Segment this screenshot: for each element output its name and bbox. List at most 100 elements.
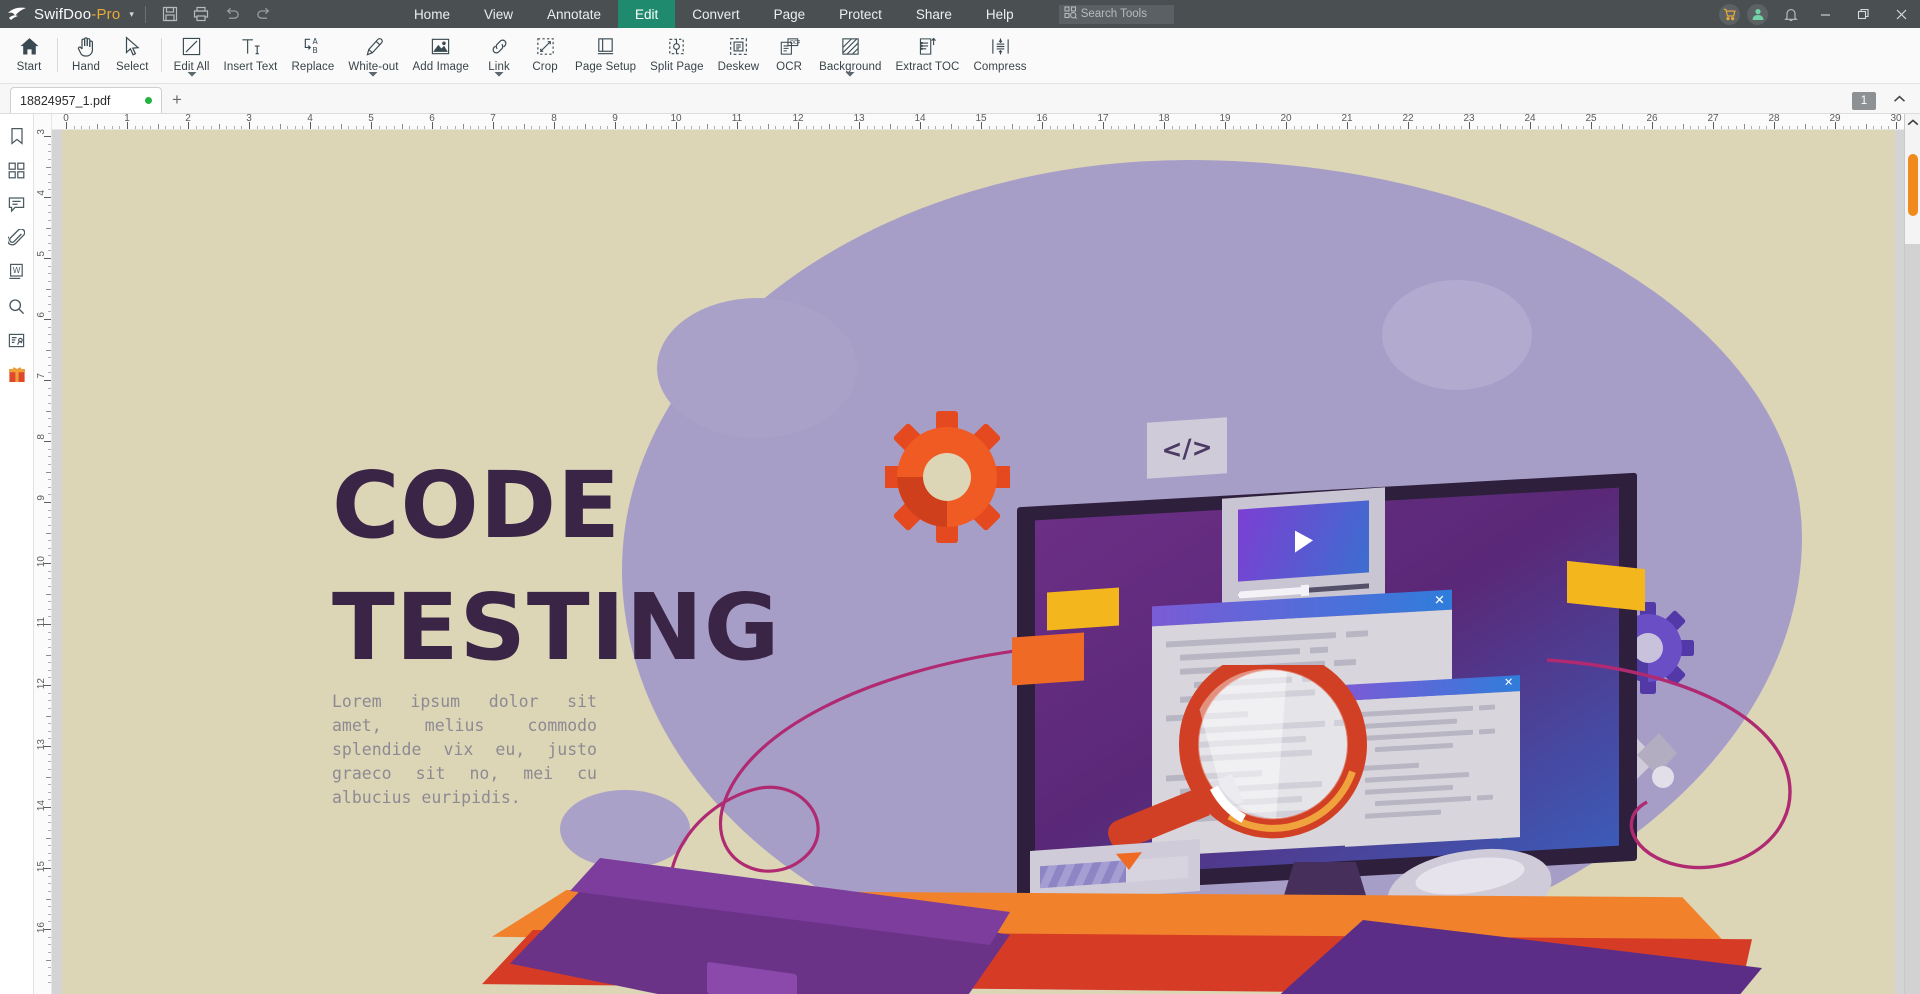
ruler-tick-minor: [1674, 126, 1676, 129]
tool-crop[interactable]: Crop: [522, 28, 568, 83]
ruler-tick-minor: [48, 829, 51, 831]
scrollbar-thumb[interactable]: [1908, 154, 1918, 216]
maximize-restore-button[interactable]: [1844, 0, 1882, 28]
ruler-tick: [44, 563, 51, 564]
ruler-tick-minor: [1026, 126, 1028, 129]
ruler-tick-minor: [599, 126, 601, 129]
tool-edit-all[interactable]: Edit All: [167, 28, 217, 83]
tool-insert-text[interactable]: Insert Text: [217, 28, 285, 83]
sidebar-item-signature[interactable]: [4, 328, 30, 352]
ruler-label: 1: [124, 114, 130, 124]
menu-page[interactable]: Page: [757, 0, 823, 28]
page-canvas-area[interactable]: CODE TESTING Lorem ipsum dolor sit amet,…: [52, 130, 1904, 994]
divider: [144, 5, 146, 23]
hand-icon: [76, 34, 96, 58]
notification-bell-icon[interactable]: [1775, 1, 1806, 27]
tool-ocr[interactable]: OCR OCR: [766, 28, 812, 83]
ruler-tick-minor: [653, 126, 655, 129]
ruler-tick-minor: [46, 898, 51, 900]
ruler-label: 16: [36, 922, 47, 934]
ruler-tick: [44, 624, 51, 625]
decor-flag-orange: [1012, 632, 1084, 686]
ruler-tick-minor: [462, 124, 464, 129]
ruler-tick-minor: [48, 608, 51, 610]
tool-deskew[interactable]: Deskew: [711, 28, 767, 83]
chevron-down-icon[interactable]: ▾: [129, 9, 134, 20]
decor-gear-orange: [881, 410, 1013, 550]
chevron-up-icon[interactable]: [1893, 90, 1906, 108]
minimize-button[interactable]: [1806, 0, 1844, 28]
ruler-tick-minor: [1148, 126, 1150, 129]
ruler-tick-minor: [744, 126, 746, 129]
sidebar-item-attachments[interactable]: [4, 226, 30, 250]
svg-text:W: W: [13, 266, 21, 275]
tool-split-page[interactable]: Split Page: [643, 28, 710, 83]
sidebar-item-gift[interactable]: [4, 362, 30, 386]
ruler-tick-minor: [1659, 126, 1661, 129]
link-icon: [489, 34, 510, 58]
undo-button[interactable]: [217, 1, 248, 27]
chevron-down-icon[interactable]: [187, 64, 197, 82]
ruler-tick-minor: [1758, 126, 1760, 129]
cart-icon[interactable]: [1719, 3, 1740, 25]
menu-view[interactable]: View: [467, 0, 530, 28]
new-tab-button[interactable]: +: [162, 87, 192, 113]
menu-share[interactable]: Share: [899, 0, 969, 28]
ruler-tick-minor: [48, 364, 51, 366]
sidebar-item-word-export[interactable]: W: [4, 260, 30, 284]
chevron-down-icon[interactable]: [494, 64, 504, 82]
vertical-scrollbar[interactable]: [1904, 114, 1920, 994]
tool-replace[interactable]: AB Replace: [284, 28, 341, 83]
ruler-tick-minor: [48, 151, 51, 153]
ruler-tick-minor: [843, 126, 845, 129]
ruler-tick-minor: [1156, 126, 1158, 129]
close-button[interactable]: [1882, 0, 1920, 28]
tool-link[interactable]: Link: [476, 28, 522, 83]
chevron-down-icon[interactable]: [368, 64, 378, 82]
ruler-tick-minor: [1827, 126, 1829, 129]
document-tab-filename: 18824957_1.pdf: [20, 93, 111, 108]
account-avatar-icon[interactable]: [1747, 3, 1768, 25]
ruler-tick-minor: [813, 126, 815, 129]
sidebar-item-bookmark[interactable]: [4, 124, 30, 148]
sidebar-item-search[interactable]: [4, 294, 30, 318]
redo-button[interactable]: [248, 1, 279, 27]
search-tools-input[interactable]: Search Tools: [1058, 4, 1174, 24]
ruler-tick-minor: [607, 126, 609, 129]
pdf-page-1[interactable]: CODE TESTING Lorem ipsum dolor sit amet,…: [62, 130, 1895, 994]
menu-home[interactable]: Home: [397, 0, 467, 28]
menu-convert[interactable]: Convert: [675, 0, 756, 28]
chevron-down-icon[interactable]: [845, 64, 855, 82]
menu-protect[interactable]: Protect: [822, 0, 899, 28]
print-button[interactable]: [186, 1, 217, 27]
tool-hand[interactable]: Hand: [63, 28, 109, 83]
sidebar-item-thumbnails[interactable]: [4, 158, 30, 182]
ruler-tick-minor: [1583, 126, 1585, 129]
ruler-tick-minor: [96, 124, 98, 129]
tool-compress[interactable]: Compress: [966, 28, 1033, 83]
ruler-tick-minor: [401, 124, 403, 129]
tool-background[interactable]: Background: [812, 28, 888, 83]
ruler-label: 19: [1219, 114, 1231, 124]
tool-add-image[interactable]: Add Image: [406, 28, 477, 83]
menu-edit[interactable]: Edit: [618, 0, 676, 28]
menu-annotate[interactable]: Annotate: [530, 0, 618, 28]
scroll-up-button[interactable]: [1905, 114, 1920, 131]
tool-page-setup[interactable]: Page Setup: [568, 28, 643, 83]
tool-select[interactable]: Select: [109, 28, 156, 83]
sidebar-item-comments[interactable]: [4, 192, 30, 216]
tool-extract-toc[interactable]: Extract TOC: [888, 28, 966, 83]
tool-label: Start: [16, 61, 42, 73]
tool-start[interactable]: Start: [6, 28, 52, 83]
ruler-tick-minor: [48, 524, 51, 526]
save-button[interactable]: [155, 1, 186, 27]
ruler-tick-minor: [302, 126, 304, 129]
menu-help[interactable]: Help: [969, 0, 1031, 28]
code-line: [1477, 794, 1493, 801]
document-tab[interactable]: 18824957_1.pdf: [10, 87, 162, 113]
tool-white-out[interactable]: White-out: [341, 28, 405, 83]
tool-label: Extract TOC: [895, 61, 960, 73]
ruler-tick-minor: [48, 944, 51, 946]
ruler-tick-minor: [81, 126, 83, 129]
current-page-badge[interactable]: 1: [1852, 92, 1876, 110]
